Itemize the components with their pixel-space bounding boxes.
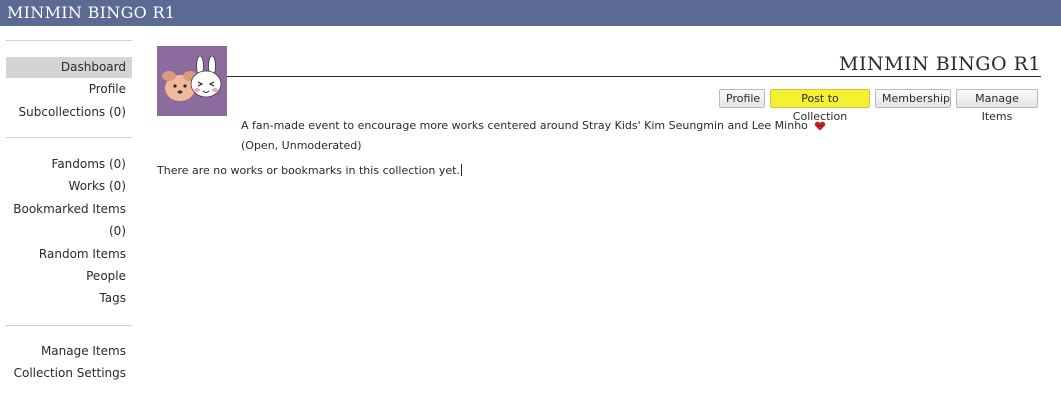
collection-status: (Open, Unmoderated) xyxy=(241,139,362,152)
nav-fandoms[interactable]: Fandoms (0) xyxy=(8,156,126,172)
top-banner: MINMIN BINGO R1 xyxy=(0,0,1061,26)
collection-summary: A fan-made event to encourage more works… xyxy=(241,119,826,135)
nav-subcollections[interactable]: Subcollections (0) xyxy=(8,104,126,120)
empty-collection-message: There are no works or bookmarks in this … xyxy=(157,164,462,178)
nav-bookmarked-count[interactable]: (0) xyxy=(8,223,126,239)
manage-items-button[interactable]: Manage Items xyxy=(956,89,1038,123)
nav-bookmarked-items[interactable]: Bookmarked Items xyxy=(8,201,126,217)
nav-dashboard[interactable]: Dashboard xyxy=(6,57,132,78)
collection-icon xyxy=(157,46,227,116)
summary-text: A fan-made event to encourage more works… xyxy=(241,119,808,132)
nav-people[interactable]: People xyxy=(8,268,126,284)
site-title[interactable]: MINMIN BINGO R1 xyxy=(7,3,175,22)
text-cursor xyxy=(460,164,462,176)
nav-collection-settings[interactable]: Collection Settings xyxy=(8,365,126,381)
empty-message-text: There are no works or bookmarks in this … xyxy=(157,164,460,177)
heading-rule xyxy=(227,76,1041,77)
profile-button[interactable]: Profile xyxy=(719,89,765,108)
nav-works[interactable]: Works (0) xyxy=(8,178,126,194)
heart-icon xyxy=(814,121,826,135)
nav-random-items[interactable]: Random Items xyxy=(8,246,126,262)
nav-profile[interactable]: Profile xyxy=(8,81,126,97)
divider xyxy=(6,325,132,326)
divider xyxy=(6,40,132,41)
post-to-collection-button[interactable]: Post to Collection xyxy=(770,89,870,123)
nav-tags[interactable]: Tags xyxy=(8,290,126,306)
nav-manage-items[interactable]: Manage Items xyxy=(8,343,126,359)
collection-title[interactable]: MINMIN BINGO R1 xyxy=(839,53,1041,75)
membership-button[interactable]: Membership xyxy=(875,89,951,108)
divider xyxy=(6,137,132,138)
